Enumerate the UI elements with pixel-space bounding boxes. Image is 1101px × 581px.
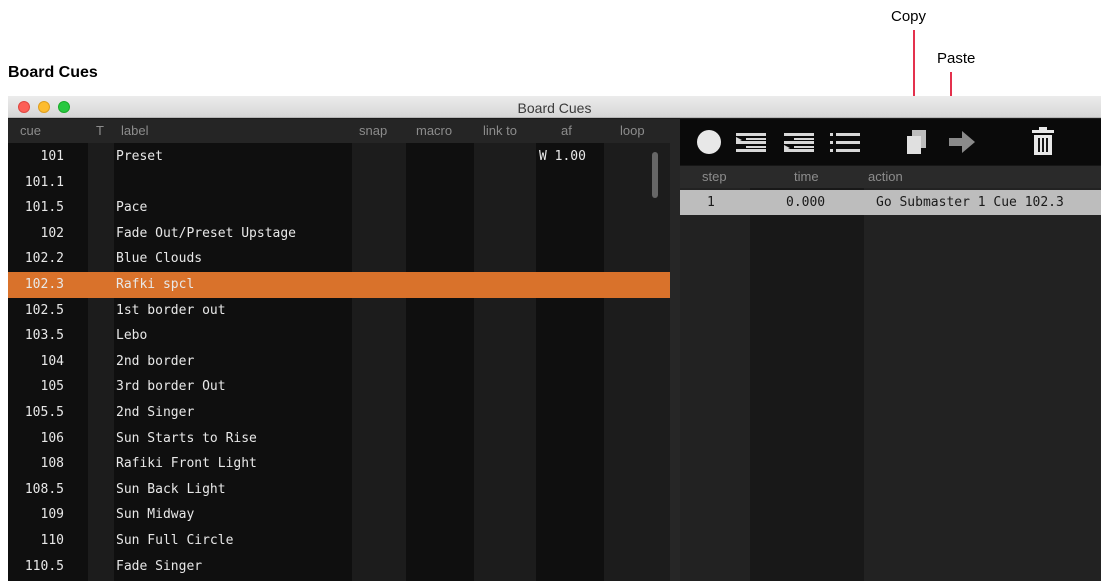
cue-row-selected[interactable]: 102.3 Rafki spcl [8, 272, 670, 298]
copy-icon[interactable] [902, 127, 932, 157]
col-header-step[interactable]: step [702, 169, 727, 184]
cue-number: 101.1 [24, 174, 64, 190]
cue-number: 110 [40, 533, 64, 548]
cue-row[interactable]: 109 Sun Midway [8, 502, 670, 528]
cue-label: 3rd border Out [116, 379, 226, 395]
cue-number: 102.3 [24, 277, 64, 292]
cue-row[interactable]: 108 Rafiki Front Light [8, 451, 670, 477]
cue-row[interactable]: 101.1 [8, 170, 670, 196]
cue-row[interactable]: 105 3rd border Out [8, 374, 670, 400]
cue-list: cue T label snap macro link to af loop 1… [8, 119, 670, 581]
cue-number: 104 [40, 353, 64, 369]
step-row[interactable]: 1 0.000 Go Submaster 1 Cue 102.3 [680, 190, 1101, 215]
step-time: 0.000 [786, 195, 826, 210]
cue-row[interactable]: 102 Fade Out/Preset Upstage [8, 221, 670, 247]
cue-label: Sun Full Circle [116, 533, 234, 548]
cue-row[interactable]: 102.5 1st border out [8, 298, 670, 324]
record-icon[interactable] [694, 127, 724, 157]
step-column-band [680, 188, 750, 581]
cue-label: Fade Singer [116, 558, 203, 574]
cue-row[interactable]: 102.2 Blue Clouds [8, 246, 670, 272]
cue-row[interactable]: 105.5 2nd Singer [8, 400, 670, 426]
step-action: Go Submaster 1 Cue 102.3 [876, 195, 1064, 210]
cue-number: 108.5 [24, 481, 64, 497]
insert-after-icon[interactable] [782, 127, 814, 157]
col-header-snap[interactable]: snap [359, 123, 387, 138]
cue-number: 108 [40, 456, 64, 472]
paste-icon[interactable] [946, 127, 976, 157]
pane-divider[interactable] [670, 119, 680, 581]
steps-header: step time action [680, 166, 1101, 188]
cue-label: Rafiki Front Light [116, 456, 257, 472]
col-header-loop[interactable]: loop [620, 123, 645, 138]
cue-label: 2nd Singer [116, 405, 195, 420]
col-header-link-to[interactable]: link to [483, 123, 517, 138]
cue-row[interactable]: 110.5 Fade Singer [8, 554, 670, 580]
cue-af: W 1.00 [539, 149, 586, 164]
cue-number: 110.5 [24, 558, 64, 574]
cue-number: 102.2 [24, 251, 64, 267]
cue-label: 2nd border [116, 353, 195, 369]
insert-before-icon[interactable] [734, 127, 766, 157]
paste-callout: Paste [937, 50, 976, 67]
list-icon[interactable] [828, 127, 860, 157]
cue-label: Blue Clouds [116, 251, 203, 267]
cue-number: 105 [40, 379, 64, 395]
cue-label: Sun Midway [116, 507, 195, 523]
action-column-band [864, 188, 1101, 581]
step-number: 1 [707, 195, 715, 210]
col-header-macro[interactable]: macro [416, 123, 452, 138]
cue-row[interactable]: 106 Sun Starts to Rise [8, 426, 670, 452]
cue-list-scrollbar[interactable] [652, 152, 658, 198]
cue-number: 102.5 [24, 302, 64, 318]
window-title: Board Cues [517, 100, 592, 116]
col-header-action[interactable]: action [868, 169, 903, 184]
cue-row[interactable]: 101.5 Pace [8, 195, 670, 221]
steps-toolbar [680, 119, 1101, 165]
titlebar: Board Cues [8, 96, 1101, 118]
cue-row[interactable]: 103.5 Lebo [8, 323, 670, 349]
doc-title: Board Cues [8, 64, 98, 81]
cue-number: 101.5 [24, 200, 64, 216]
cue-list-header: cue T label snap macro link to af loop [8, 119, 670, 143]
cue-row[interactable]: 108.5 Sun Back Light [8, 477, 670, 503]
col-header-time[interactable]: time [794, 169, 819, 184]
cue-label: 1st border out [116, 302, 226, 318]
trash-icon[interactable] [1028, 127, 1058, 157]
cue-label: Pace [116, 200, 148, 216]
cue-label: Rafki spcl [116, 277, 195, 292]
cue-number: 101 [40, 149, 64, 164]
cue-steps-panel: step time action 1 0.000 Go Submaster 1 … [680, 119, 1101, 581]
cue-label: Sun Starts to Rise [116, 430, 257, 446]
board-cues-window: Board Cues cue T label snap macro link t… [8, 96, 1101, 581]
cue-number: 109 [40, 507, 64, 523]
time-column-band [750, 188, 864, 581]
cue-label: Preset [116, 149, 163, 164]
cue-row[interactable]: 104 2nd border [8, 349, 670, 375]
copy-callout: Copy [891, 8, 927, 25]
col-header-af[interactable]: af [561, 123, 572, 138]
col-header-type[interactable]: T [96, 123, 104, 138]
col-header-label[interactable]: label [121, 123, 148, 138]
cue-label: Sun Back Light [116, 481, 226, 497]
cue-label: Fade Out/Preset Upstage [116, 225, 297, 241]
cue-row[interactable]: 110 Sun Full Circle [8, 528, 670, 554]
cue-number: 105.5 [24, 405, 64, 420]
col-header-cue[interactable]: cue [20, 123, 41, 138]
cue-number: 103.5 [24, 328, 64, 344]
cue-row[interactable]: 101 Preset W 1.00 [8, 144, 670, 170]
cue-label: Lebo [116, 328, 148, 344]
cue-number: 102 [40, 225, 64, 241]
cue-number: 106 [40, 430, 64, 446]
